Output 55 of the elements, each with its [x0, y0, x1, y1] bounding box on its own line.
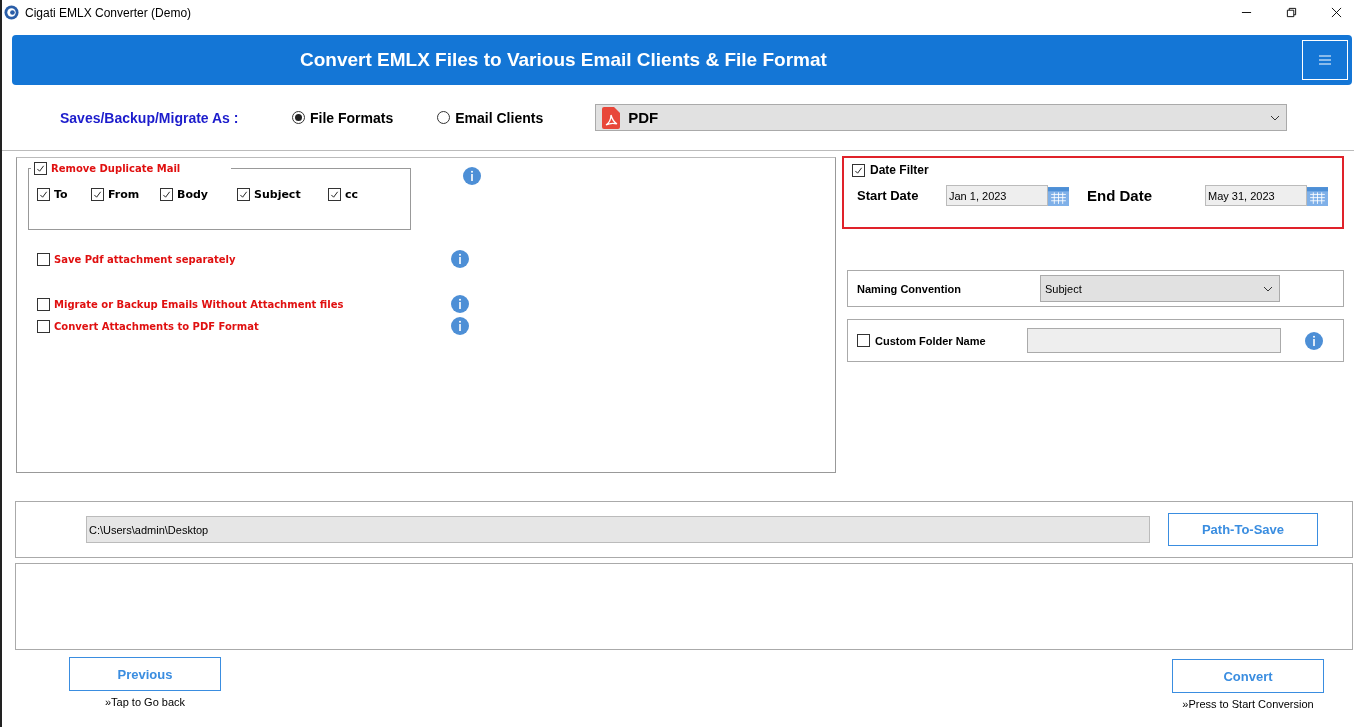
- checkbox-label: Save Pdf attachment separately: [54, 253, 236, 265]
- checkbox-label: Body: [177, 188, 208, 201]
- folder-name-field[interactable]: [1027, 328, 1281, 353]
- naming-dropdown[interactable]: Subject: [1040, 275, 1280, 302]
- checkbox-label: Custom Folder Name: [875, 334, 986, 347]
- checkbox[interactable]: [34, 162, 47, 175]
- close-icon[interactable]: [1331, 7, 1342, 18]
- end-date-label: End Date: [1087, 187, 1153, 204]
- menu-button[interactable]: [1302, 40, 1348, 80]
- checkbox[interactable]: [160, 188, 173, 201]
- nav-button[interactable]: Previous: [69, 657, 221, 691]
- info-icon[interactable]: [451, 295, 469, 313]
- checkbox-label: Subject: [254, 188, 301, 201]
- header-title: Convert EMLX Files to Various Email Clients & File Format: [300, 49, 827, 71]
- checkbox[interactable]: [91, 188, 104, 201]
- menu-icon: [1319, 55, 1331, 65]
- save-as-label: Saves/Backup/Migrate As :: [60, 109, 240, 126]
- nav-button[interactable]: Convert: [1172, 659, 1324, 693]
- checkbox-label: To: [54, 188, 68, 201]
- checkbox[interactable]: [37, 252, 50, 266]
- date-field[interactable]: Jan 1, 2023: [946, 185, 1048, 206]
- info-icon[interactable]: [451, 317, 469, 335]
- app-logo-icon: [4, 5, 19, 20]
- checkbox-label: Migrate or Backup Emails Without Attachment files: [54, 298, 344, 310]
- checkbox-label: Remove Duplicate Mail: [51, 163, 181, 174]
- button-hint: »Tap to Go back: [104, 696, 186, 708]
- button-hint: »Press to Start Conversion: [1182, 698, 1314, 710]
- info-icon[interactable]: [1305, 331, 1323, 350]
- checkbox[interactable]: [237, 188, 250, 201]
- radio-option[interactable]: Email Clients: [437, 109, 544, 126]
- checkbox[interactable]: [852, 163, 865, 177]
- start-date-label: Start Date: [857, 188, 920, 203]
- checkbox-label: Date Filter: [870, 163, 929, 177]
- checkbox-label: cc: [345, 188, 359, 201]
- checkbox[interactable]: [37, 188, 50, 201]
- checkbox-label: From: [108, 188, 140, 201]
- checkbox[interactable]: [37, 297, 50, 311]
- chevron-down-icon: [1263, 285, 1273, 292]
- info-icon[interactable]: [463, 167, 481, 185]
- radio-option[interactable]: File Formats: [292, 109, 394, 126]
- info-icon[interactable]: [451, 250, 469, 268]
- calendar-icon[interactable]: [1307, 185, 1328, 206]
- path-field[interactable]: C:\Users\admin\Desktop: [86, 516, 1150, 543]
- calendar-icon[interactable]: [1048, 185, 1069, 206]
- naming-label: Naming Convention: [857, 282, 962, 295]
- date-field[interactable]: May 31, 2023: [1205, 185, 1307, 206]
- checkbox[interactable]: [857, 334, 870, 347]
- window-title: Cigati EMLX Converter (Demo): [25, 5, 192, 20]
- checkbox-label: Convert Attachments to PDF Format: [54, 320, 259, 332]
- checkbox[interactable]: [37, 319, 50, 333]
- format-dropdown[interactable]: PDF: [595, 104, 1288, 131]
- checkbox[interactable]: [328, 188, 341, 201]
- restore-icon[interactable]: [1286, 7, 1297, 18]
- chevron-down-icon: [1270, 114, 1281, 121]
- pdf-file-icon: [602, 106, 621, 129]
